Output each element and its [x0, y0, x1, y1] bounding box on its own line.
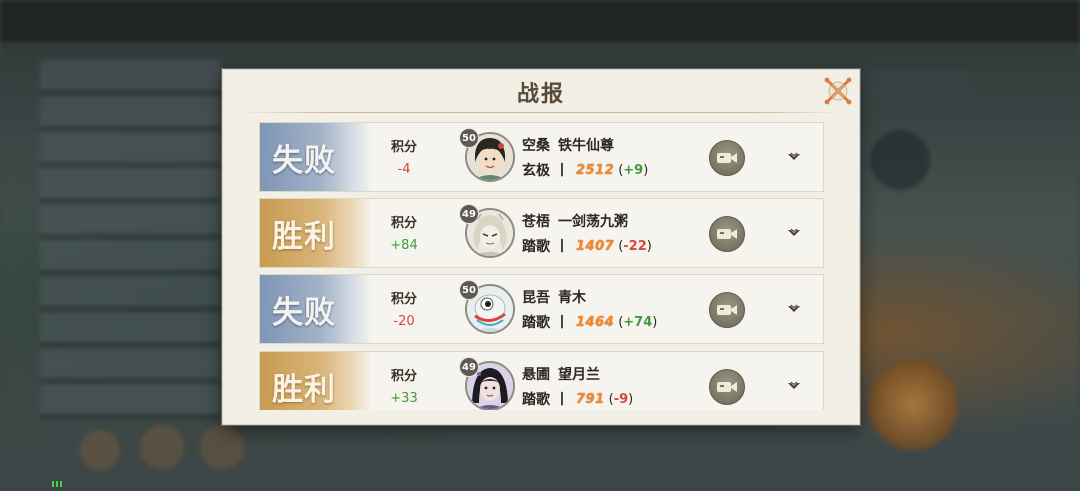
delta-value: -22	[623, 238, 647, 254]
rating-delta: (-22)	[618, 239, 652, 254]
score-block: 积分 +33	[378, 365, 430, 406]
score-change: +84	[390, 238, 418, 253]
expand-button[interactable]	[786, 150, 802, 164]
player-stats-line: 踏歌 丨 791 (-9)	[522, 389, 633, 409]
player-name-line: 苍梧 一剑荡九粥	[522, 211, 628, 231]
result-banner: 失败	[260, 275, 372, 343]
expand-button[interactable]	[786, 226, 802, 240]
level-badge: 50	[459, 280, 479, 300]
replay-button[interactable]	[709, 292, 745, 328]
server-name: 苍梧	[522, 214, 550, 230]
signal-strength-icon	[52, 481, 62, 487]
player-name-line: 悬圃 望月兰	[522, 364, 600, 384]
separator: 丨	[555, 392, 569, 408]
score-change: +33	[390, 391, 418, 406]
rating-delta: (-9)	[609, 392, 634, 407]
player-name-line: 昆吾 青木	[522, 287, 586, 307]
score-change: -4	[397, 162, 411, 177]
score-change: -20	[393, 314, 415, 329]
delta-close: )	[646, 238, 652, 254]
video-camera-icon	[717, 153, 737, 163]
video-camera-icon	[717, 305, 737, 315]
chevron-down-icon	[788, 304, 800, 312]
result-banner: 胜利	[260, 352, 372, 410]
video-camera-icon	[717, 382, 737, 392]
replay-button[interactable]	[709, 140, 745, 176]
close-button[interactable]	[823, 76, 853, 106]
separator: 丨	[555, 163, 569, 179]
score-block: 积分 +84	[378, 212, 430, 253]
title-divider	[239, 112, 843, 113]
chevron-down-icon	[788, 152, 800, 160]
record-row: 胜利 积分 +33 49 悬圃 望月兰 踏歌 丨 791 (-9)	[259, 351, 824, 410]
separator: 丨	[555, 239, 569, 255]
dialog-title: 战报	[516, 81, 565, 107]
result-banner: 胜利	[260, 199, 372, 267]
chevron-down-icon	[788, 228, 800, 236]
rating-delta: (+9)	[618, 163, 648, 178]
rating-value: 791	[576, 391, 605, 407]
rating-value: 2512	[576, 162, 615, 178]
delta-value: +74	[623, 314, 653, 330]
record-row: 胜利 积分 +84 49 苍梧 一剑荡九粥 踏歌 丨 1407 (-22)	[259, 198, 824, 268]
record-row: 失败 积分 -4 50 空桑 铁牛仙尊 玄极 丨 2512 (+9)	[259, 122, 824, 192]
delta-close: )	[643, 162, 649, 178]
score-block: 积分 -20	[378, 288, 430, 329]
replay-button[interactable]	[709, 216, 745, 252]
score-label: 积分	[390, 216, 417, 231]
score-block: 积分 -4	[378, 136, 430, 177]
player-stats-line: 踏歌 丨 1464 (+74)	[522, 312, 657, 332]
expand-button[interactable]	[786, 379, 802, 393]
rating-delta: (+74)	[618, 315, 657, 330]
video-camera-icon	[717, 229, 737, 239]
player-name: 青木	[558, 290, 586, 306]
sect-name: 踏歌	[522, 239, 550, 255]
score-label: 积分	[390, 140, 417, 155]
player-name: 铁牛仙尊	[558, 138, 614, 154]
sect-name: 玄极	[522, 163, 550, 179]
level-badge: 49	[459, 204, 479, 224]
expand-button[interactable]	[786, 302, 802, 316]
sect-name: 踏歌	[522, 392, 550, 408]
chevron-down-icon	[788, 381, 800, 389]
separator: 丨	[555, 315, 569, 331]
record-list[interactable]: 失败 积分 -4 50 空桑 铁牛仙尊 玄极 丨 2512 (+9) 胜利 积分…	[259, 122, 825, 410]
player-name: 望月兰	[558, 367, 600, 383]
delta-value: -9	[613, 391, 629, 407]
delta-close: )	[652, 314, 658, 330]
score-label: 积分	[390, 369, 417, 384]
result-banner: 失败	[260, 123, 372, 191]
level-badge: 50	[459, 128, 479, 148]
player-stats-line: 踏歌 丨 1407 (-22)	[522, 236, 652, 256]
replay-button[interactable]	[709, 369, 745, 405]
battle-report-dialog: 战报 失败 积分 -4 50 空桑 铁牛仙尊 玄极 丨 2512 (+9) 胜利…	[222, 69, 860, 425]
player-name-line: 空桑 铁牛仙尊	[522, 135, 614, 155]
server-name: 空桑	[522, 138, 550, 154]
server-name: 昆吾	[522, 290, 550, 306]
server-name: 悬圃	[522, 367, 550, 383]
close-x-icon	[824, 77, 852, 105]
player-name: 一剑荡九粥	[558, 214, 628, 230]
rating-value: 1464	[576, 314, 615, 330]
level-badge: 49	[459, 357, 479, 377]
delta-value: +9	[623, 162, 644, 178]
score-label: 积分	[390, 292, 417, 307]
sect-name: 踏歌	[522, 315, 550, 331]
player-stats-line: 玄极 丨 2512 (+9)	[522, 160, 648, 180]
record-row: 失败 积分 -20 50 昆吾 青木 踏歌 丨 1464 (+74)	[259, 274, 824, 344]
delta-close: )	[628, 391, 634, 407]
rating-value: 1407	[576, 238, 615, 254]
